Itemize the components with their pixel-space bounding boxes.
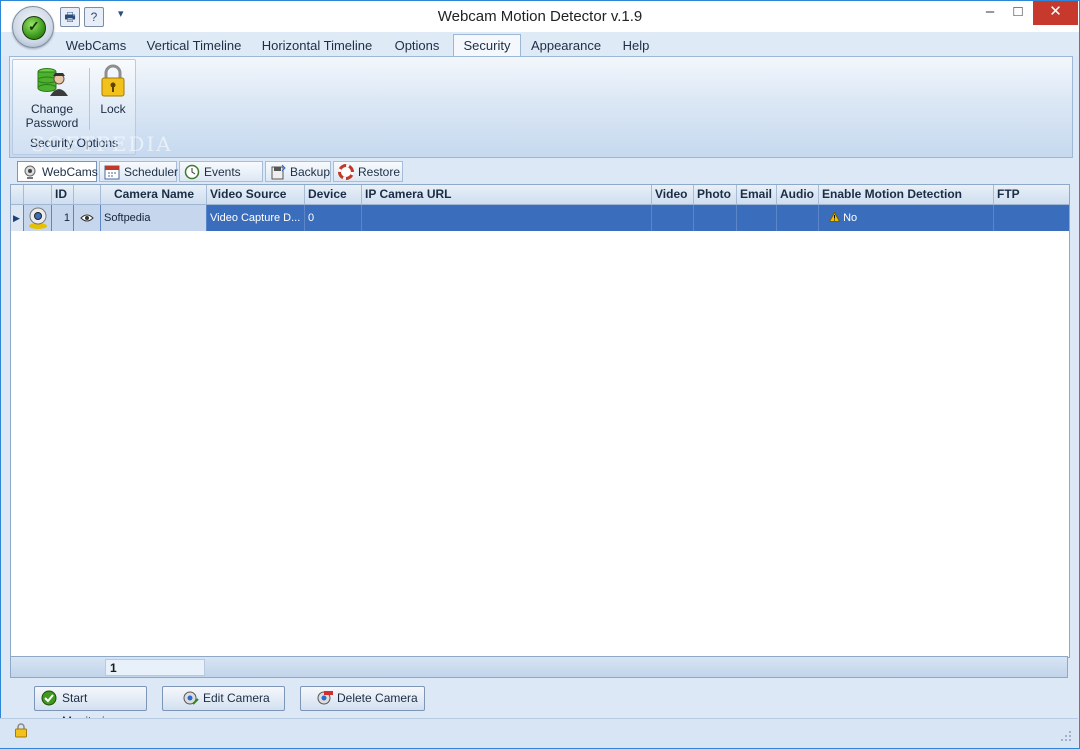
grid-footer: 1 (10, 656, 1068, 678)
clock-icon (184, 164, 200, 180)
cell-ip-camera-url[interactable] (362, 205, 652, 231)
lock-label: Lock (100, 102, 126, 116)
header-id[interactable]: ID (52, 185, 74, 204)
tab-appearance[interactable]: Appearance (525, 35, 607, 56)
lock-icon (100, 64, 126, 98)
warning-icon (828, 211, 841, 222)
cameras-grid[interactable]: ID Camera Name Video Source Device IP Ca… (10, 184, 1070, 658)
change-password-button[interactable]: Change Password (17, 64, 87, 130)
grid-header: ID Camera Name Video Source Device IP Ca… (11, 185, 1069, 205)
start-monitoring-button[interactable]: Start Monitoring (34, 686, 147, 728)
row-count: 1 (105, 659, 205, 676)
header-email[interactable]: Email (737, 185, 777, 204)
ribbon-tab-bar: WebCams Vertical Timeline Horizontal Tim… (1, 32, 1079, 56)
minimize-button[interactable]: – (976, 1, 1004, 25)
subtab-events-list[interactable]: Events List (179, 161, 263, 200)
motion-detection-value: No (843, 212, 858, 224)
group-separator (89, 68, 90, 130)
change-password-label-2: Password (25, 116, 79, 130)
subtab-scheduler[interactable]: Scheduler (99, 161, 179, 182)
header-ip-camera-url[interactable]: IP Camera URL (362, 185, 652, 204)
backup-icon (271, 164, 286, 180)
header-ftp[interactable]: FTP (994, 185, 1069, 204)
delete-camera-label: Delete Camera (337, 691, 418, 705)
tab-vertical-timeline[interactable]: Vertical Timeline (141, 35, 247, 56)
cell-photo[interactable] (694, 205, 737, 231)
window-title: Webcam Motion Detector v.1.9 (437, 8, 643, 25)
header-audio[interactable]: Audio (777, 185, 819, 204)
header-camera-name[interactable]: Camera Name (101, 185, 207, 204)
subtab-restore[interactable]: Restore (333, 161, 403, 182)
header-row-indicator (11, 185, 24, 204)
cell-device[interactable]: 0 (305, 205, 362, 231)
calendar-icon (104, 165, 120, 180)
subtab-webcams[interactable]: WebCams (17, 161, 98, 182)
cell-video-source[interactable]: Video Capture D... (207, 205, 305, 231)
header-icon (24, 185, 52, 204)
change-password-icon (35, 64, 69, 98)
cell-audio[interactable] (777, 205, 819, 231)
tab-options[interactable]: Options (387, 35, 447, 56)
lock-button[interactable]: Lock (93, 64, 133, 116)
cell-ftp[interactable] (994, 205, 1069, 231)
edit-camera-icon (183, 691, 199, 705)
subtab-label: Restore (358, 165, 401, 179)
cell-camera-name[interactable]: Softpedia (101, 205, 207, 231)
row-indicator-icon: ▶ (11, 205, 24, 231)
app-logo-icon (22, 16, 46, 40)
eye-preview-icon[interactable] (74, 205, 101, 231)
header-photo[interactable]: Photo (694, 185, 737, 204)
header-device[interactable]: Device (305, 185, 362, 204)
edit-camera-button[interactable]: Edit Camera (162, 686, 285, 711)
tab-horizontal-timeline[interactable]: Horizontal Timeline (255, 35, 379, 56)
status-lock-icon[interactable] (14, 722, 28, 738)
subtab-label: Scheduler (124, 165, 179, 179)
cell-video[interactable] (652, 205, 694, 231)
restore-lifebuoy-icon (338, 164, 354, 180)
webcam-icon (24, 165, 36, 179)
change-password-label-1: Change (30, 102, 74, 116)
delete-camera-button[interactable]: Delete Camera (300, 686, 425, 711)
view-tab-bar: WebCams Scheduler Events List Backup Res… (9, 158, 1071, 200)
header-enable-motion-detection[interactable]: Enable Motion Detection (819, 185, 994, 204)
cell-enable-motion-detection[interactable]: No (819, 205, 994, 231)
tab-webcams[interactable]: WebCams (59, 35, 133, 56)
tab-help[interactable]: Help (613, 35, 659, 56)
maximize-button[interactable]: □ (1004, 1, 1032, 25)
subtab-label: WebCams (42, 165, 98, 179)
cell-id: 1 (52, 205, 74, 231)
start-monitoring-icon (41, 690, 57, 706)
camera-status-icon (24, 205, 52, 231)
app-menu-button[interactable] (12, 6, 54, 48)
edit-camera-label: Edit Camera (203, 691, 270, 705)
watermark: SOFTPEDIA (31, 132, 173, 156)
subtab-backup[interactable]: Backup (265, 161, 331, 182)
tab-security[interactable]: Security (453, 34, 521, 56)
resize-grip-icon[interactable] (1060, 730, 1072, 742)
table-row[interactable]: ▶ 1 Softpedia Video Capture D... 0 No (11, 205, 1069, 231)
subtab-label: Backup (290, 165, 331, 179)
header-video-source[interactable]: Video Source (207, 185, 305, 204)
delete-camera-icon (317, 691, 333, 705)
header-video[interactable]: Video (652, 185, 694, 204)
status-bar (0, 718, 1078, 748)
header-preview (74, 185, 101, 204)
title-bar: 🖶 ? ▾ Webcam Motion Detector v.1.9 – □ ✕ (1, 1, 1079, 32)
cell-email[interactable] (737, 205, 777, 231)
close-button[interactable]: ✕ (1033, 1, 1078, 25)
